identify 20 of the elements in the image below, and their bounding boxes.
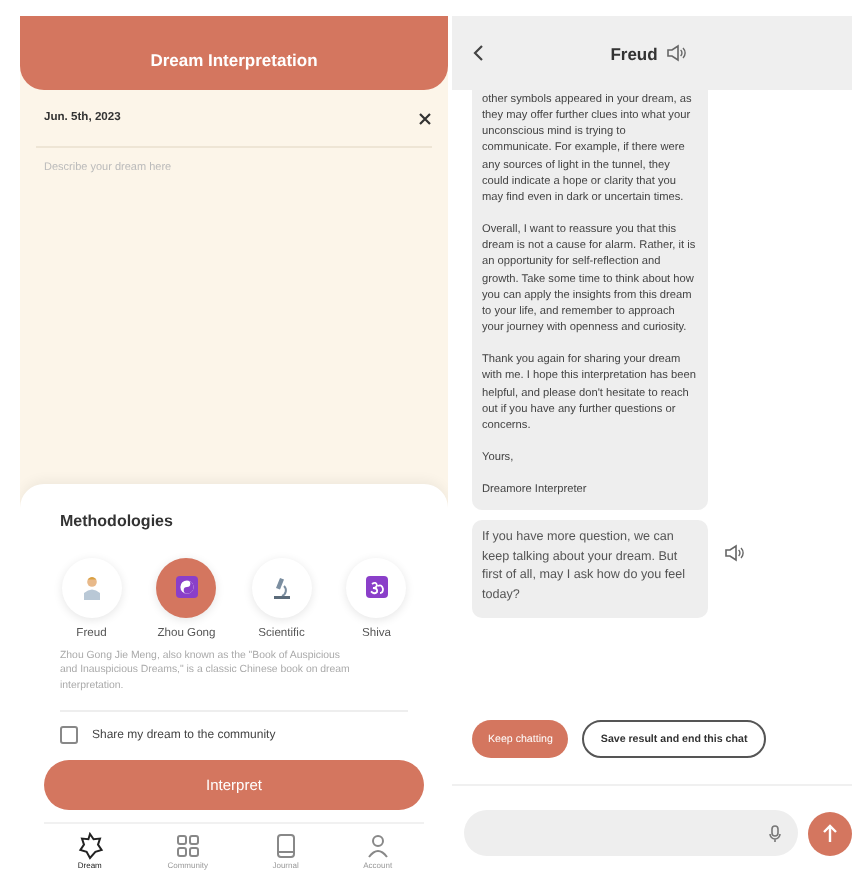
person-icon [81, 575, 102, 599]
speaker-icon[interactable] [665, 44, 686, 62]
send-button[interactable] [808, 811, 852, 855]
arrow-up-icon [822, 823, 838, 843]
message-input-field[interactable] [464, 810, 798, 856]
microphone-icon[interactable] [768, 823, 782, 843]
microscope-icon [271, 575, 292, 599]
book-icon [271, 832, 300, 860]
chat-title: Freud [610, 43, 658, 63]
back-icon[interactable] [472, 44, 484, 62]
section-title: Methodologies [60, 511, 175, 529]
screen-title: Dream Interpretation [150, 50, 318, 70]
speaker-icon[interactable] [724, 544, 744, 563]
close-icon[interactable] [418, 111, 432, 125]
star-icon [75, 832, 104, 860]
person-icon [363, 832, 392, 860]
yin-yang-icon [175, 576, 198, 598]
grid-icon [173, 832, 202, 860]
share-checkbox[interactable] [60, 726, 78, 744]
om-icon [365, 576, 388, 598]
